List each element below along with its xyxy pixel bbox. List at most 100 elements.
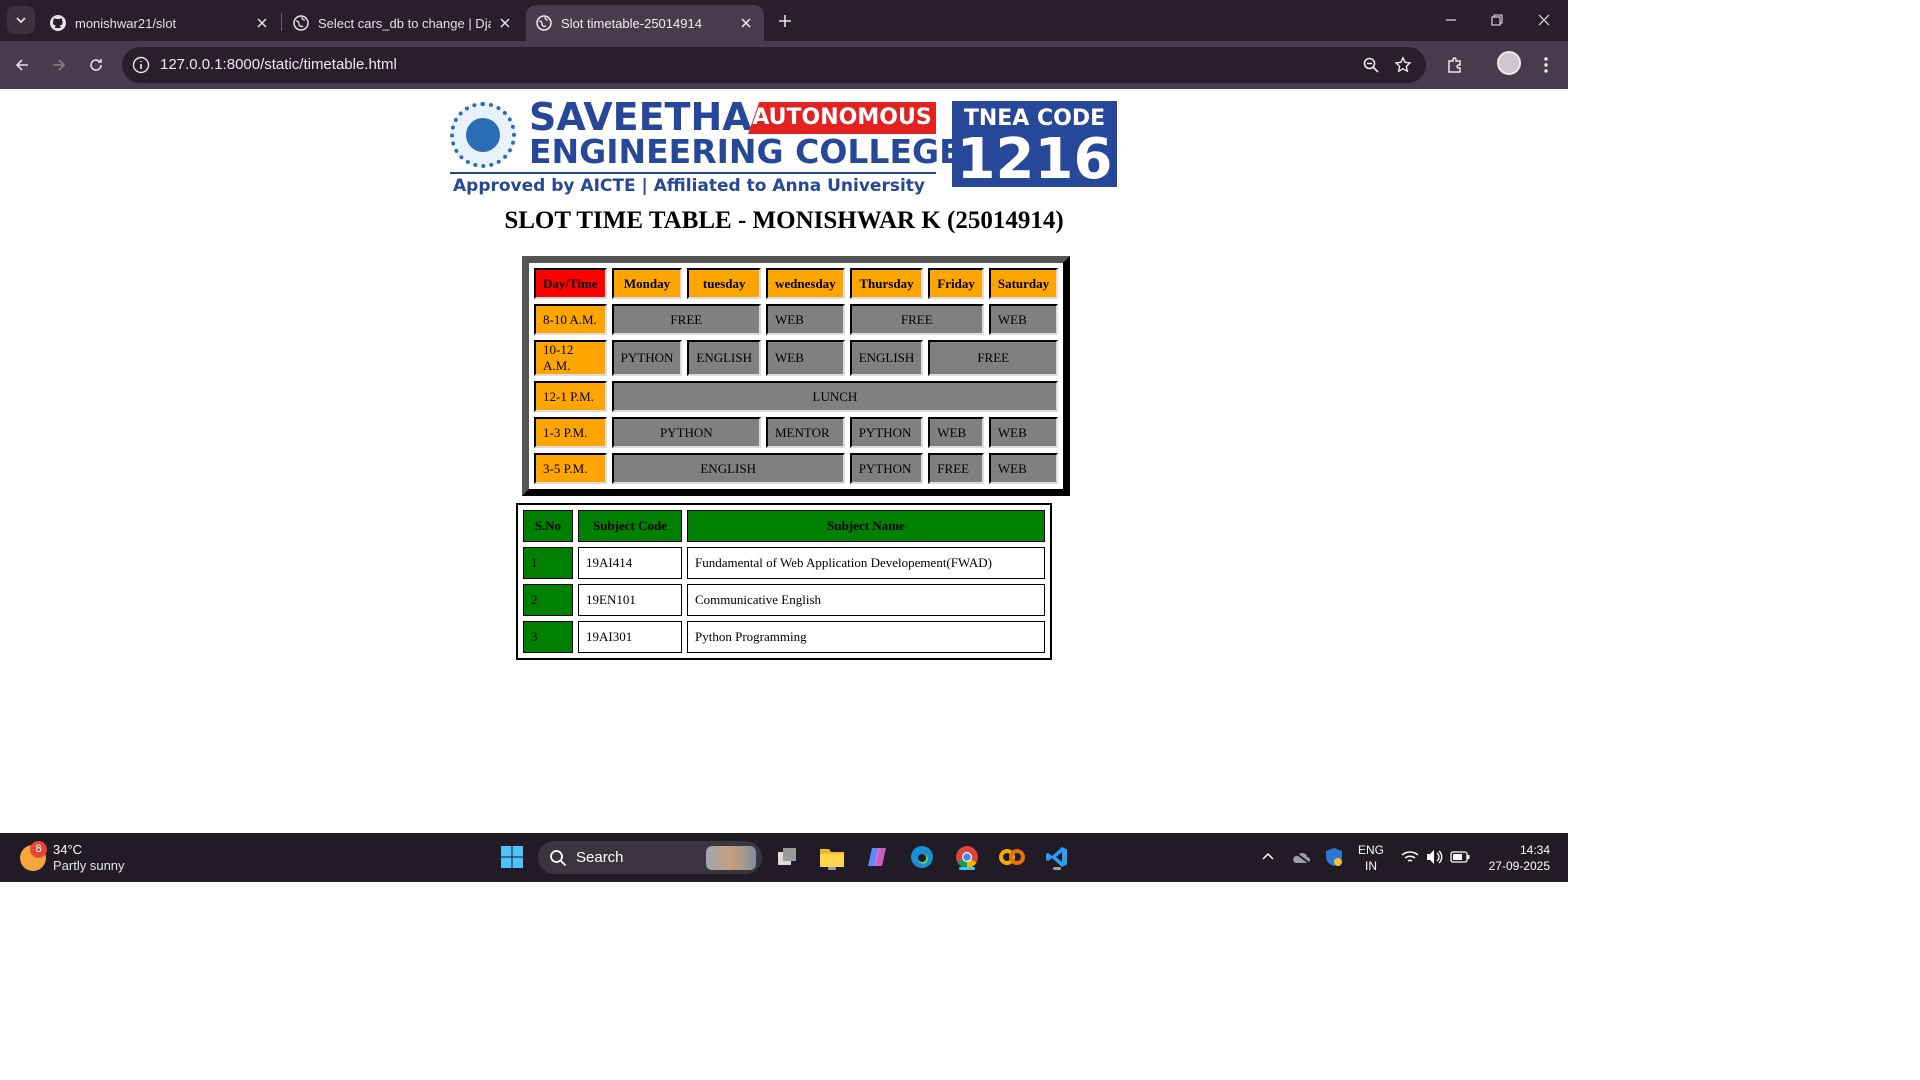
- clock[interactable]: 14:34 27-09-2025: [1482, 842, 1550, 874]
- table-row: 3 19AI301 Python Programming: [523, 621, 1045, 653]
- day-header: tuesday: [687, 268, 761, 299]
- edge-icon: [911, 846, 933, 868]
- wifi-icon: [1401, 851, 1419, 862]
- tab-separator: [281, 13, 282, 31]
- time-cell: 10-12 A.M.: [534, 340, 607, 376]
- slot-cell: ENGLISH: [611, 453, 845, 484]
- sno-cell: 1: [523, 547, 573, 579]
- task-view-button[interactable]: [771, 841, 803, 873]
- slot-cell: FREE: [928, 340, 1059, 376]
- clock-time: 14:34: [1519, 843, 1550, 857]
- tab-slot-timetable[interactable]: Slot timetable-25014914: [526, 5, 764, 41]
- chevron-up-icon: [1262, 852, 1274, 860]
- globe-icon: [293, 15, 309, 31]
- subject-name-cell: Fundamental of Web Application Developem…: [687, 547, 1045, 579]
- tab-strip: monishwar21/slot Select cars_db to chang…: [0, 0, 1568, 41]
- restore-button[interactable]: [1474, 0, 1520, 40]
- close-window-button[interactable]: [1521, 0, 1567, 40]
- colab-icon: [999, 849, 1025, 865]
- start-button[interactable]: [496, 841, 528, 873]
- tab-github[interactable]: monishwar21/slot: [40, 5, 280, 41]
- slot-cell: WEB: [766, 304, 845, 335]
- colab-button[interactable]: [996, 841, 1028, 873]
- running-indicator: [1053, 867, 1061, 870]
- slot-cell: ENGLISH: [687, 340, 761, 376]
- close-icon: [257, 18, 267, 28]
- day-header: Saturday: [988, 268, 1059, 299]
- restore-icon: [1491, 14, 1503, 26]
- search-placeholder: Search: [576, 849, 624, 866]
- site-info-icon[interactable]: [132, 56, 150, 74]
- time-cell: 8-10 A.M.: [534, 304, 607, 335]
- table-row: 2 19EN101 Communicative English: [523, 584, 1045, 616]
- new-tab-button[interactable]: [773, 9, 797, 33]
- language-indicator[interactable]: ENG IN: [1358, 842, 1384, 874]
- slot-cell: WEB: [988, 417, 1059, 448]
- address-bar[interactable]: 127.0.0.1:8000/static/timetable.html: [122, 47, 1426, 83]
- bookmark-star-icon[interactable]: [1394, 56, 1412, 74]
- file-explorer-button[interactable]: [816, 841, 848, 873]
- web-page: SAVEETHA AUTONOMOUS ENGINEERING COLLEGE …: [0, 89, 1568, 833]
- tab-title: Select cars_db to change | Djan: [318, 15, 491, 31]
- volume-button[interactable]: [1423, 843, 1447, 871]
- slot-cell: WEB: [766, 340, 845, 376]
- tab-title: monishwar21/slot: [75, 15, 177, 31]
- taskbar: 8 34°C Partly sunny Search ENG IN 14:34 …: [0, 833, 1568, 882]
- logo-autonomous-badge: AUTONOMOUS: [748, 102, 936, 134]
- menu-button[interactable]: [1534, 53, 1558, 77]
- weather-widget[interactable]: 8 34°C Partly sunny: [20, 841, 160, 875]
- copilot-button[interactable]: [861, 841, 893, 873]
- slot-cell: FREE: [928, 453, 984, 484]
- column-header: S.No: [523, 510, 573, 542]
- sno-cell: 3: [523, 621, 573, 653]
- edge-button[interactable]: [906, 841, 938, 873]
- forward-button[interactable]: [45, 51, 73, 79]
- slot-cell: WEB: [988, 304, 1059, 335]
- minimize-button[interactable]: [1428, 0, 1474, 40]
- vscode-button[interactable]: [1041, 841, 1073, 873]
- logo-divider: [450, 172, 936, 174]
- timetable-row: 12-1 P.M. LUNCH: [534, 381, 1059, 412]
- slot-cell: FREE: [849, 304, 984, 335]
- tab-close-button[interactable]: [254, 15, 270, 31]
- chrome-icon: [956, 846, 978, 868]
- tab-close-button[interactable]: [497, 15, 513, 31]
- taskbar-search[interactable]: Search: [538, 841, 762, 874]
- zoom-icon[interactable]: [1362, 56, 1380, 74]
- slot-cell: ENGLISH: [849, 340, 924, 376]
- vscode-icon: [1046, 847, 1067, 867]
- url-text[interactable]: 127.0.0.1:8000/static/timetable.html: [160, 56, 397, 73]
- slot-cell: WEB: [988, 453, 1059, 484]
- running-indicator: [828, 867, 836, 870]
- profile-avatar[interactable]: [1497, 51, 1521, 75]
- running-indicator: [959, 867, 975, 870]
- search-highlight-image: [706, 846, 756, 870]
- code-cell: 19AI301: [578, 621, 682, 653]
- tnea-code: 1216: [956, 127, 1113, 192]
- chevron-down-icon: [16, 17, 26, 24]
- folder-icon: [820, 849, 844, 867]
- back-button[interactable]: [8, 51, 36, 79]
- region-code: IN: [1365, 859, 1377, 873]
- time-cell: 12-1 P.M.: [534, 381, 607, 412]
- security-button[interactable]: [1322, 843, 1346, 871]
- globe-icon: [536, 15, 552, 31]
- wifi-button[interactable]: [1398, 843, 1422, 871]
- onedrive-button[interactable]: [1289, 843, 1313, 871]
- subject-table: S.No Subject Code Subject Name 1 19AI414…: [516, 503, 1052, 660]
- sno-cell: 2: [523, 584, 573, 616]
- subject-header-row: S.No Subject Code Subject Name: [523, 510, 1045, 542]
- slot-cell: PYTHON: [611, 417, 761, 448]
- language-code: ENG: [1358, 843, 1385, 857]
- show-hidden-icons-button[interactable]: [1256, 843, 1280, 871]
- chrome-button[interactable]: [951, 841, 983, 873]
- slot-cell: FREE: [611, 304, 761, 335]
- tab-search-button[interactable]: [7, 6, 35, 34]
- battery-button[interactable]: [1448, 843, 1472, 871]
- tab-close-button[interactable]: [738, 15, 754, 31]
- tab-django-admin[interactable]: Select cars_db to change | Djan: [283, 5, 523, 41]
- reload-button[interactable]: [82, 51, 110, 79]
- college-seal-icon: [450, 102, 516, 168]
- extensions-button[interactable]: [1443, 53, 1467, 77]
- table-row: 1 19AI414 Fundamental of Web Application…: [523, 547, 1045, 579]
